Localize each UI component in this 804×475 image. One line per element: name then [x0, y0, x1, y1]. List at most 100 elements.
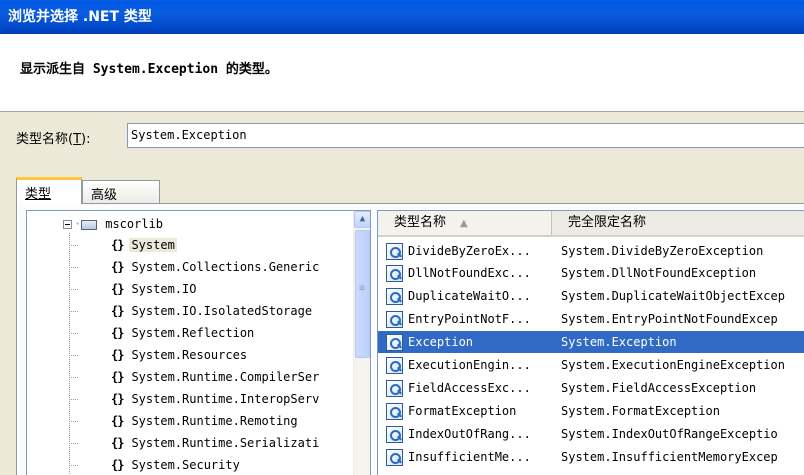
column-type-name-label: 类型名称	[394, 215, 447, 230]
list-row[interactable]: InsufficientMe... System.InsufficientMemo…	[378, 446, 804, 468]
tree-item[interactable]: {} System.Collections.Generic	[111, 256, 321, 278]
list-row[interactable]: IndexOutOfRang... System.IndexOutOfRangeE…	[378, 423, 804, 445]
tab-types-label: 类型	[25, 187, 52, 202]
tree-guide-line	[69, 233, 70, 475]
column-type-name[interactable]: 类型名称 ▲	[378, 211, 552, 235]
namespace-icon: {}	[111, 436, 124, 450]
assembly-icon	[81, 219, 98, 230]
scroll-thumb[interactable]	[355, 230, 370, 358]
row-full-name: System.ExecutionEngineException	[561, 358, 785, 372]
tree-connector	[69, 245, 79, 246]
row-full-name: System.IndexOutOfRangeExceptio	[561, 427, 778, 441]
list-row[interactable]: DllNotFoundExc... System.DllNotFoundExcep…	[378, 262, 804, 284]
namespace-icon: {}	[111, 260, 124, 274]
tree-item-label: System.Security	[131, 458, 240, 472]
namespace-icon: {}	[111, 238, 124, 252]
tree-item[interactable]: {} System.Reflection	[111, 322, 256, 344]
tree-item[interactable]: {} System.Runtime.Remoting	[111, 410, 300, 432]
list-row[interactable]: FormatException System.FormatException	[378, 400, 804, 422]
namespace-icon: {}	[111, 326, 124, 340]
scroll-up-icon[interactable]: ▲	[354, 211, 370, 228]
tree-scrollbar[interactable]: ▲	[353, 211, 370, 475]
row-full-name: System.FieldAccessException	[561, 381, 757, 395]
class-icon	[386, 357, 403, 374]
row-full-name: System.DllNotFoundException	[561, 266, 757, 280]
namespace-icon: {}	[111, 370, 124, 384]
tree-item-label: System.Runtime.InteropServ	[131, 392, 320, 406]
class-icon	[386, 334, 403, 351]
namespace-icon: {}	[111, 458, 124, 472]
tree-item[interactable]: {} System.IO.IsolatedStorage	[111, 300, 314, 322]
description-text: 显示派生自 System.Exception 的类型。	[20, 62, 278, 77]
namespace-icon: {}	[111, 414, 124, 428]
tree-connector	[69, 267, 79, 268]
list-row[interactable]: ExecutionEngin... System.ExecutionEngineE…	[378, 354, 804, 376]
type-name-input[interactable]: System.Exception	[127, 123, 804, 148]
tree-item[interactable]: {} System.Runtime.CompilerSer	[111, 366, 321, 388]
class-icon	[386, 426, 403, 443]
tree-root-label: mscorlib	[105, 217, 164, 231]
row-full-name: System.FormatException	[561, 404, 720, 418]
window-title: 浏览并选择 .NET 类型	[0, 0, 804, 34]
column-full-name-label: 完全限定名称	[568, 215, 647, 230]
tab-advanced-label: 高级	[91, 188, 118, 203]
list-row-selected[interactable]: Exception System.Exception	[378, 331, 804, 353]
tree-item-label: System.IO	[131, 282, 197, 296]
row-full-name: System.DivideByZeroException	[561, 244, 764, 258]
row-type-name: FieldAccessExc...	[408, 381, 531, 395]
tree-item[interactable]: {} System.Security	[111, 454, 242, 475]
class-icon	[386, 311, 403, 328]
type-name-label-suffix: ):	[81, 132, 91, 147]
tree-item-label: System.Resources	[131, 348, 248, 362]
row-full-name: System.EntryPointNotFoundExcep	[561, 312, 778, 326]
types-list[interactable]: 类型名称 ▲ 完全限定名称 DivideByZeroEx... System.Div…	[377, 210, 804, 475]
row-type-name: InsufficientMe...	[408, 450, 531, 464]
tree-connector	[69, 289, 79, 290]
row-type-name: DivideByZeroEx...	[408, 244, 531, 258]
tree-item[interactable]: {} System.Resources	[111, 344, 249, 366]
row-full-name: System.Exception	[561, 335, 677, 349]
tab-types[interactable]: 类型	[16, 177, 82, 204]
class-icon	[386, 243, 403, 260]
connector-icon: ·	[74, 217, 82, 231]
class-icon	[386, 265, 403, 282]
tree-connector	[69, 355, 79, 356]
class-icon	[386, 403, 403, 420]
tree-item-label: System.Runtime.Serializati	[131, 436, 320, 450]
column-full-name[interactable]: 完全限定名称	[552, 211, 804, 235]
list-header: 类型名称 ▲ 完全限定名称	[378, 211, 804, 237]
tree-item[interactable]: {} System.Runtime.Serializati	[111, 432, 321, 454]
row-type-name: Exception	[408, 335, 474, 349]
collapse-icon[interactable]	[63, 220, 72, 229]
tree-root[interactable]: · mscorlib	[63, 213, 165, 235]
namespace-icon: {}	[111, 392, 124, 406]
tree-connector	[69, 377, 79, 378]
tree-item[interactable]: {} System.IO	[111, 278, 198, 300]
tree-connector	[69, 333, 79, 334]
type-name-label: 类型名称(T):	[16, 128, 90, 147]
tree-item-label: System.Runtime.CompilerSer	[131, 370, 320, 384]
row-full-name: System.InsufficientMemoryExcep	[561, 450, 778, 464]
list-row[interactable]: EntryPointNotF... System.EntryPointNotFou…	[378, 308, 804, 330]
type-name-label-text: 类型名称(	[16, 132, 74, 147]
list-row[interactable]: DivideByZeroEx... System.DivideByZeroExce…	[378, 240, 804, 262]
namespace-tree[interactable]: · mscorlib {} System {} System.Collections.…	[26, 210, 371, 475]
class-icon	[386, 288, 403, 305]
namespace-icon: {}	[111, 304, 124, 318]
row-type-name: EntryPointNotF...	[408, 312, 531, 326]
tree-connector	[69, 421, 79, 422]
tree-item[interactable]: {} System.Runtime.InteropServ	[111, 388, 321, 410]
tree-item-label: System.Collections.Generic	[131, 260, 320, 274]
row-type-name: IndexOutOfRang...	[408, 427, 531, 441]
type-name-accesskey: T	[73, 132, 82, 147]
row-type-name: ExecutionEngin...	[408, 358, 531, 372]
tree-item-label: System.IO.IsolatedStorage	[131, 304, 313, 318]
list-row[interactable]: DuplicateWaitO... System.DuplicateWaitObj…	[378, 285, 804, 307]
list-row[interactable]: FieldAccessExc... System.FieldAccessExcep…	[378, 377, 804, 399]
namespace-icon: {}	[111, 282, 124, 296]
tab-advanced[interactable]: 高级	[82, 180, 160, 203]
tree-connector	[69, 399, 79, 400]
tree-item-label: System.Reflection	[131, 326, 255, 340]
tree-connector	[69, 311, 79, 312]
tree-item-system[interactable]: {} System	[111, 234, 177, 256]
